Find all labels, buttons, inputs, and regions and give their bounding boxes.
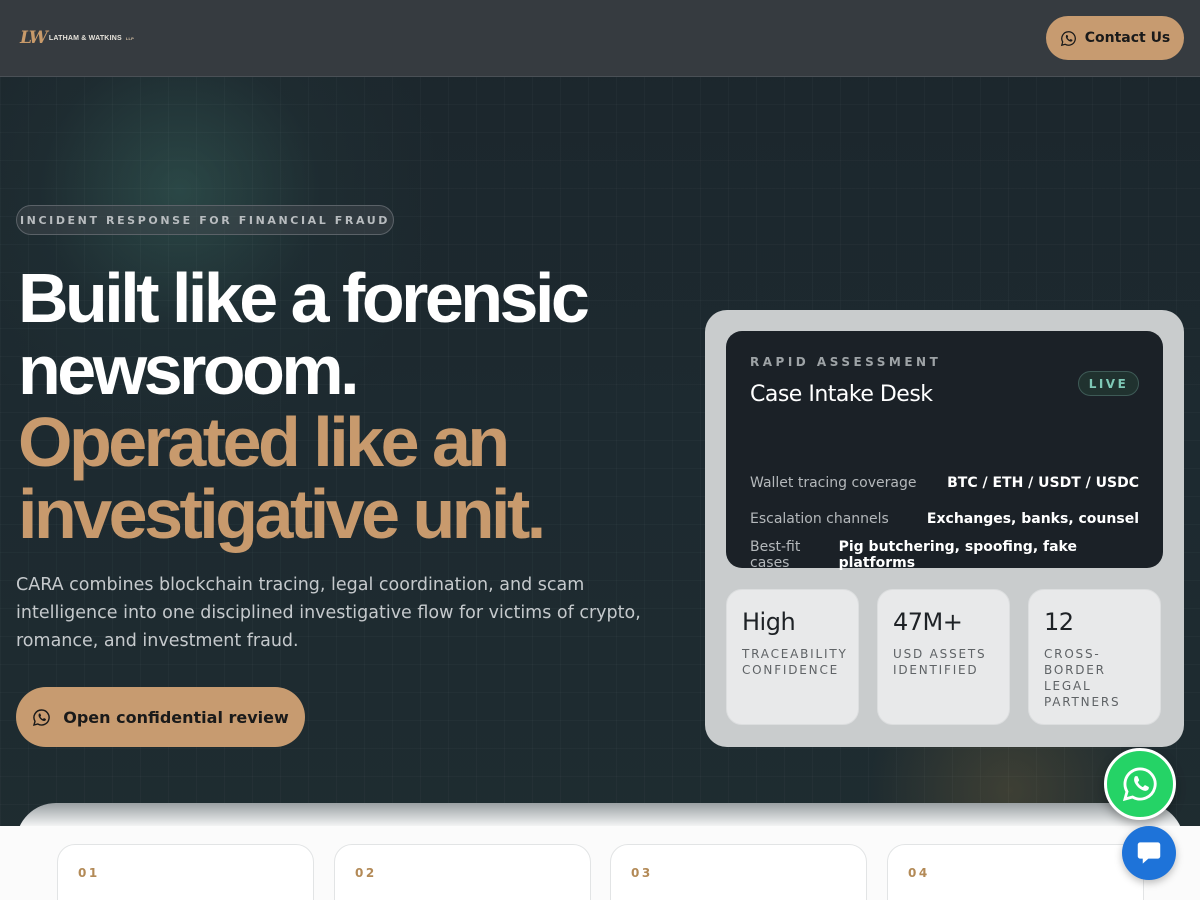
- logo-text: LATHAM & WATKINS: [48, 34, 122, 42]
- page-title: Built like a forensic newsroom. Operated…: [18, 262, 698, 550]
- cta-label: Open confidential review: [63, 707, 289, 727]
- logo-mark: LW: [20, 28, 48, 48]
- detail-value: Exchanges, banks, counsel: [926, 511, 1139, 527]
- chat-float-button[interactable]: [1122, 826, 1176, 880]
- case-intake-panel: RAPID ASSESSMENT Case Intake Desk LIVE W…: [726, 331, 1163, 571]
- step-card: 01: [57, 844, 314, 900]
- stat-value: 47M+: [893, 608, 963, 636]
- logo[interactable]: LW LATHAM & WATKINS LLP: [20, 28, 134, 48]
- whatsapp-icon: [1060, 30, 1076, 46]
- whatsapp-icon: [1122, 767, 1157, 802]
- step-number: 03: [631, 866, 653, 880]
- step-number: 01: [78, 866, 100, 880]
- card-eyebrow: RAPID ASSESSMENT: [750, 355, 942, 369]
- headline-line-2: newsroom.: [18, 331, 360, 409]
- step-card: 02: [334, 844, 591, 900]
- stat-label: USD ASSETS IDENTIFIED: [893, 647, 987, 677]
- stat-card-assets: 47M+ USD ASSETS IDENTIFIED: [877, 589, 1010, 725]
- card-title: Case Intake Desk: [750, 382, 933, 407]
- headline-line-1: Built like a forensic: [18, 259, 590, 337]
- detail-key: Wallet tracing coverage: [750, 475, 917, 491]
- stat-card-partners: 12 CROSS-BORDER LEGAL PARTNERS: [1028, 589, 1161, 725]
- detail-row: Wallet tracing coverage BTC / ETH / USDT…: [750, 472, 1139, 494]
- whatsapp-float-button[interactable]: [1104, 748, 1176, 820]
- step-number: 04: [908, 866, 930, 880]
- contact-us-button[interactable]: Contact Us: [1046, 16, 1184, 60]
- stat-label: TRACEABILITY CONFIDENCE: [742, 647, 848, 677]
- stat-label: CROSS-BORDER LEGAL PARTNERS: [1044, 647, 1121, 709]
- logo-suffix: LLP: [125, 35, 134, 41]
- detail-row: Best-fit cases Pig butchering, spoofing,…: [750, 539, 1139, 571]
- stat-card-traceability: High TRACEABILITY CONFIDENCE: [726, 589, 859, 725]
- chat-bubble-icon: [1137, 842, 1161, 864]
- detail-row: Escalation channels Exchanges, banks, co…: [750, 508, 1139, 530]
- eyebrow-badge: INCIDENT RESPONSE FOR FINANCIAL FRAUD: [16, 205, 394, 235]
- detail-value: Pig butchering, spoofing, fake platforms: [838, 539, 1077, 571]
- step-card: 03: [610, 844, 867, 900]
- contact-us-label: Contact Us: [1084, 30, 1171, 46]
- headline-line-3: Operated like an: [18, 403, 510, 481]
- headline-line-4: investigative unit.: [18, 475, 546, 553]
- case-intake-card: RAPID ASSESSMENT Case Intake Desk LIVE W…: [705, 310, 1184, 747]
- detail-key: Escalation channels: [750, 511, 889, 527]
- stat-value: High: [742, 608, 796, 636]
- detail-key: Best-fit cases: [750, 539, 801, 571]
- whatsapp-icon: [33, 708, 50, 726]
- stat-value: 12: [1044, 608, 1074, 636]
- hero-description: CARA combines blockchain tracing, legal …: [16, 575, 641, 651]
- site-header: LW LATHAM & WATKINS LLP Contact Us: [0, 0, 1200, 77]
- step-card: 04: [887, 844, 1144, 900]
- detail-value: BTC / ETH / USDT / USDC: [947, 475, 1139, 491]
- open-confidential-review-button[interactable]: Open confidential review: [16, 687, 305, 747]
- step-number: 02: [355, 866, 377, 880]
- live-status-badge: LIVE: [1078, 371, 1139, 396]
